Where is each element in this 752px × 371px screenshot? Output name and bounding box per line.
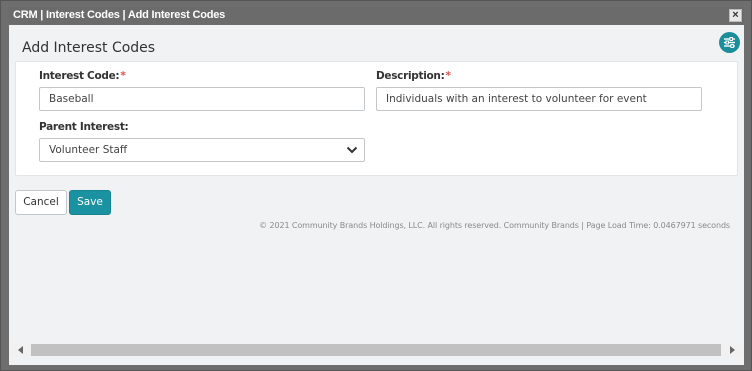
interest-code-label: Interest Code:* xyxy=(39,70,126,82)
scroll-right-arrow-icon[interactable] xyxy=(730,346,735,354)
interest-code-label-text: Interest Code: xyxy=(39,70,120,82)
parent-interest-label: Parent Interest: xyxy=(39,121,129,133)
footer-copyright: © 2021 Community Brands Holdings, LLC. A… xyxy=(259,221,730,230)
close-icon: × xyxy=(732,9,739,21)
description-label-text: Description: xyxy=(376,70,445,82)
dialog-content: Add Interest Codes Interest Code:* Baseb… xyxy=(9,25,744,365)
interest-code-input[interactable]: Baseball xyxy=(39,87,365,111)
form-panel: Interest Code:* Baseball Description:* I… xyxy=(15,61,738,176)
required-marker: * xyxy=(120,70,126,82)
settings-button[interactable] xyxy=(719,32,740,53)
title-bar[interactable]: CRM | Interest Codes | Add Interest Code… xyxy=(9,7,744,24)
cancel-button[interactable]: Cancel xyxy=(15,190,67,215)
window-title: CRM | Interest Codes | Add Interest Code… xyxy=(13,9,226,21)
chevron-down-icon xyxy=(346,146,358,154)
dialog-window: CRM | Interest Codes | Add Interest Code… xyxy=(0,0,752,371)
scroll-left-arrow-icon[interactable] xyxy=(18,346,23,354)
close-button[interactable]: × xyxy=(729,9,742,22)
description-label: Description:* xyxy=(376,70,451,82)
parent-interest-select[interactable]: Volunteer Staff xyxy=(39,138,365,162)
save-button[interactable]: Save xyxy=(69,190,111,215)
description-input[interactable]: Individuals with an interest to voluntee… xyxy=(376,87,702,111)
required-marker: * xyxy=(445,70,452,82)
page-title: Add Interest Codes xyxy=(22,40,156,56)
horizontal-scrollbar[interactable] xyxy=(9,343,744,357)
parent-interest-value: Volunteer Staff xyxy=(49,144,128,156)
sliders-icon xyxy=(724,37,735,48)
scroll-thumb[interactable] xyxy=(31,344,721,356)
